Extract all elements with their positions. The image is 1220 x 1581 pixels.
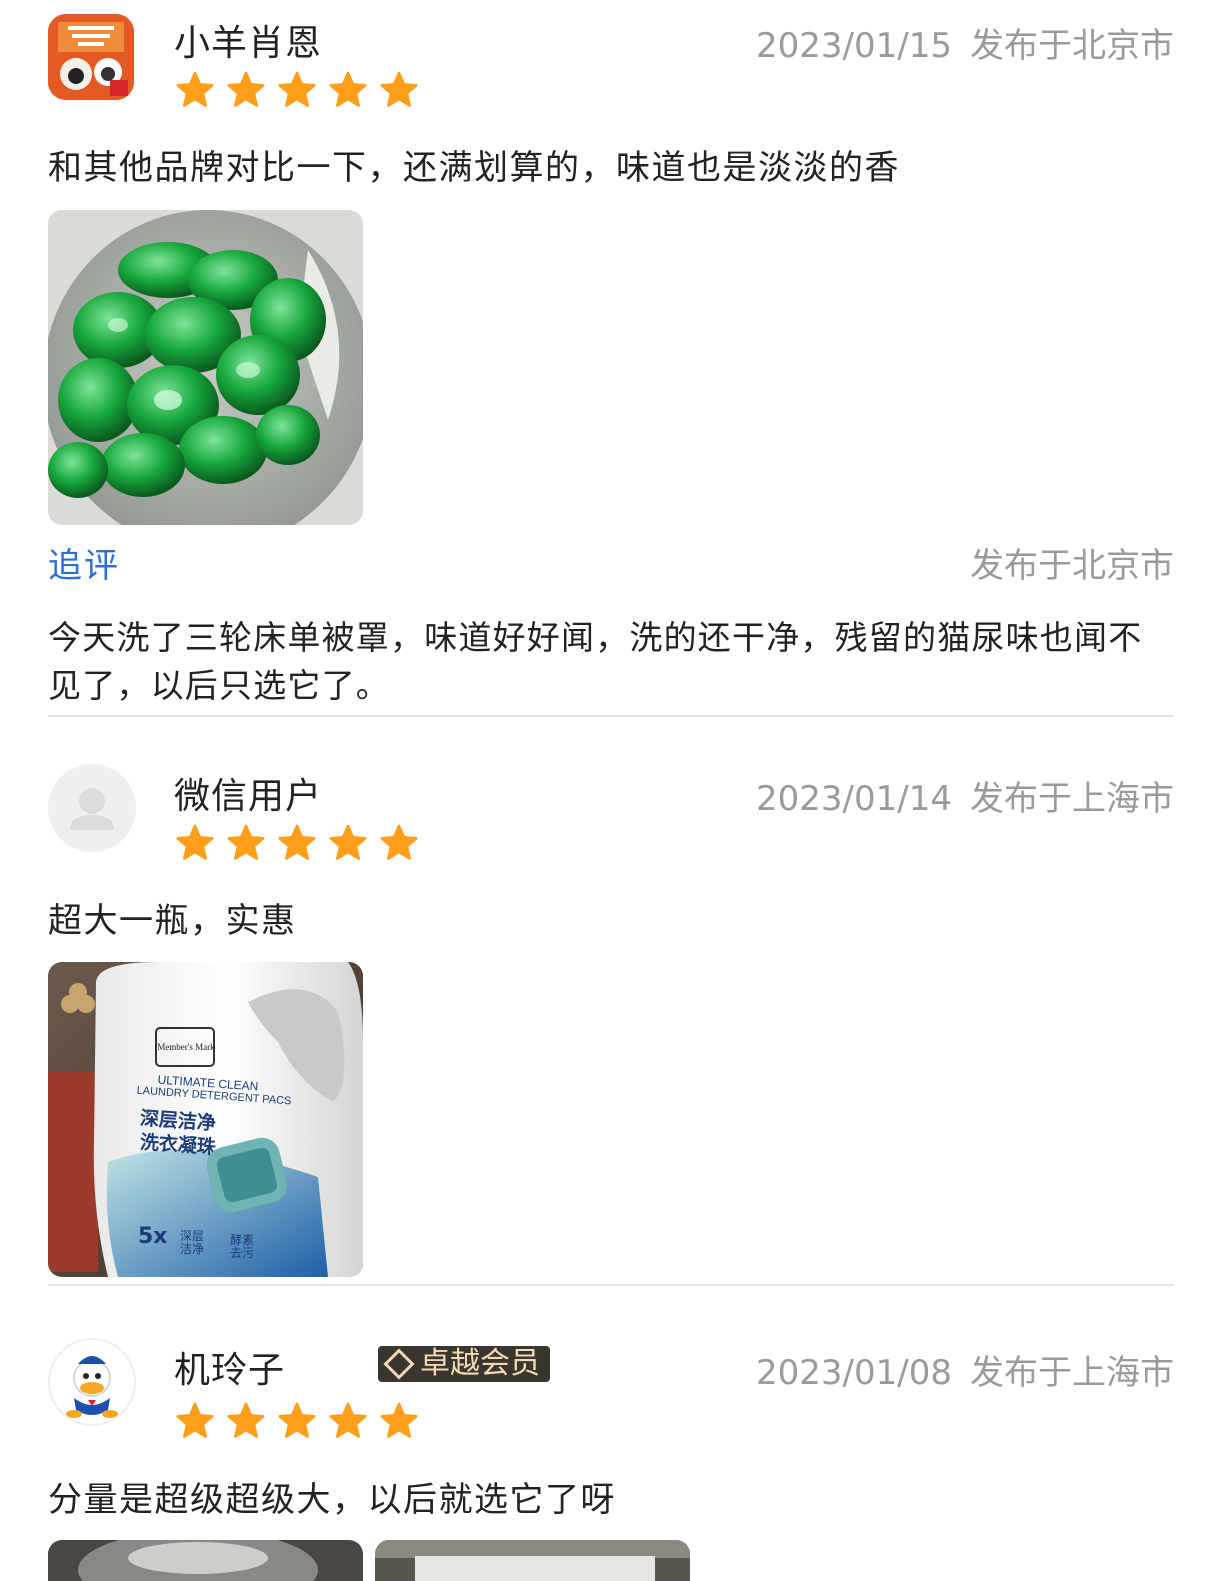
product-brand: Member's Mark	[157, 1042, 215, 1052]
review-item: 小羊肖恩 2023/01/15 发布于北京市 和其他品牌对比一下，还满划算的，味道…	[48, 0, 1174, 715]
star-icon	[378, 823, 420, 863]
star-icon	[378, 1401, 420, 1441]
product-tag-deep: 深层洁净	[180, 1229, 205, 1256]
detergent-pods-photo	[48, 210, 363, 525]
star-icon	[276, 823, 318, 863]
diamond-icon	[383, 1348, 415, 1380]
followup-text: 今天洗了三轮床单被罩，味道好好闻，洗的还干净，残留的猫尿味也闻不见了，以后只选它…	[48, 618, 1143, 705]
shaun-the-sheep-avatar-icon	[48, 14, 134, 100]
star-icon	[378, 70, 420, 110]
divider	[48, 715, 1174, 717]
review-location: 发布于上海市	[970, 1353, 1174, 1393]
review-item: 微信用户 2023/01/14 发布于上海市 超大一瓶，实惠 Member's …	[48, 752, 1174, 1282]
review-location: 发布于北京市	[970, 26, 1174, 66]
membership-badge-label: 卓越会员	[420, 1346, 540, 1381]
star-icon	[327, 70, 369, 110]
star-icon	[174, 823, 216, 863]
review-photo[interactable]: Member's Mark ULTIMATE CLEAN LAUNDRY DET…	[48, 962, 363, 1277]
followup-location: 发布于北京市	[970, 546, 1174, 586]
product-tag-5x: 5x	[138, 1224, 168, 1249]
review-date: 2023/01/14	[756, 779, 952, 819]
review-meta: 2023/01/14 发布于上海市	[756, 771, 1174, 820]
username[interactable]: 微信用户	[174, 767, 322, 819]
username[interactable]: 机玲子	[174, 1341, 285, 1393]
review-date: 2023/01/08	[756, 1353, 952, 1393]
followup-label: 追评	[48, 546, 120, 586]
star-icon	[327, 1401, 369, 1441]
review-photo[interactable]	[48, 1540, 363, 1581]
user-avatar[interactable]	[48, 764, 136, 852]
product-cn2: 洗衣凝珠	[139, 1131, 217, 1159]
star-icon	[174, 70, 216, 110]
user-avatar[interactable]	[48, 1338, 136, 1426]
review-photo-image	[375, 1540, 690, 1581]
star-icon	[276, 1401, 318, 1441]
review-text: 分量是超级超级大，以后就选它了呀	[48, 1480, 616, 1520]
review-text: 超大一瓶，实惠	[48, 901, 297, 941]
star-icon	[174, 1401, 216, 1441]
star-icon	[225, 70, 267, 110]
membership-badge: 卓越会员	[378, 1346, 550, 1382]
donald-duck-avatar-icon	[50, 1340, 134, 1424]
review-meta: 2023/01/15 发布于北京市	[756, 18, 1174, 67]
review-item: 机玲子 卓越会员 2023/01/08 发布于上海市 分量是超级超级大，以后就选它…	[48, 1326, 1174, 1581]
review-photo[interactable]	[48, 210, 363, 525]
divider	[48, 1284, 1174, 1286]
star-rating	[174, 70, 420, 110]
star-icon	[327, 823, 369, 863]
username[interactable]: 小羊肖恩	[174, 14, 322, 66]
review-location: 发布于上海市	[970, 779, 1174, 819]
star-rating	[174, 1401, 420, 1441]
review-meta: 2023/01/08 发布于上海市	[756, 1345, 1174, 1394]
review-date: 2023/01/15	[756, 26, 952, 66]
star-rating	[174, 823, 420, 863]
default-user-icon	[48, 764, 136, 852]
star-icon	[225, 823, 267, 863]
review-text: 和其他品牌对比一下，还满划算的，味道也是淡淡的香	[48, 148, 900, 188]
user-avatar[interactable]	[48, 14, 134, 100]
star-icon	[225, 1401, 267, 1441]
review-photo-image	[48, 1540, 363, 1581]
product-tag-enzyme: 酵素去污	[230, 1233, 255, 1260]
star-icon	[276, 70, 318, 110]
review-photo[interactable]	[375, 1540, 690, 1581]
